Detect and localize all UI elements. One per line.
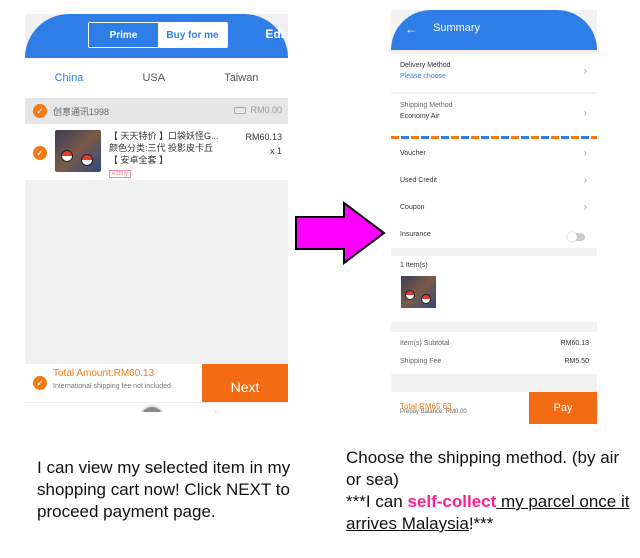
- cart-icon[interactable]: 🛒: [203, 411, 218, 413]
- delivery-method-label: Delivery Method: [400, 62, 451, 69]
- cart-item[interactable]: ✓ 【 天天特价 】口袋妖怪G... 颜色分类:三代 投影皮卡丘 【 安卓全套 …: [25, 124, 288, 180]
- pokeball-icon: [61, 150, 73, 162]
- note-prefix: ***I can: [346, 492, 408, 511]
- pokeball-icon: [405, 290, 415, 300]
- bag-icon[interactable]: ▢: [89, 411, 100, 413]
- center-nav-icon[interactable]: [138, 404, 165, 412]
- shipping-method-label: Shipping Method: [400, 102, 453, 109]
- page-title: Summary: [433, 22, 481, 34]
- item-price: RM60.13: [245, 132, 282, 142]
- prime-tab[interactable]: Prime: [89, 23, 158, 47]
- shipping-method-row[interactable]: Shipping Method Economy Air ›: [391, 94, 597, 136]
- total-amount: Total Amount:RM60.13: [53, 368, 155, 379]
- delivery-method-value: Please choose: [400, 73, 446, 80]
- price-summary: Item(s) Subtotal RM60.13 Shipping Fee RM…: [391, 332, 597, 374]
- buy-for-me-tab[interactable]: Buy for me: [158, 23, 227, 47]
- item-checkbox[interactable]: ✓: [33, 146, 47, 160]
- profile-icon[interactable]: ◯: [256, 411, 269, 413]
- select-all-checkbox[interactable]: ✓: [33, 376, 47, 390]
- bottom-nav: ⌂ ▢ 🛒 ◯: [25, 402, 288, 412]
- summary-header: ← Summary: [391, 10, 597, 50]
- highlight-text: self-collect: [407, 492, 497, 511]
- coupon-label[interactable]: Coupon: [400, 204, 425, 211]
- items-count: 1 Item(s): [400, 262, 428, 269]
- item-variant-line: 颜色分类:三代 投影皮卡丘: [109, 143, 214, 153]
- right-arrow-icon: [295, 201, 386, 265]
- shipping-method-value: Economy Air: [400, 113, 440, 120]
- cart-screen: Prime Buy for me Edi China USA Taiwan ✓ …: [25, 14, 288, 412]
- tab-usa[interactable]: USA: [142, 72, 165, 84]
- item-title: 【 天天特价 】口袋妖怪G... 颜色分类:三代 投影皮卡丘 【 安卓全套 】: [109, 130, 229, 166]
- pokeball-icon: [421, 294, 431, 304]
- chevron-right-icon: ›: [583, 66, 587, 77]
- shipping-fee-value: RM5.50: [564, 358, 589, 365]
- shipping-fee-label: Shipping Fee: [400, 358, 442, 365]
- back-arrow-icon[interactable]: ←: [405, 22, 417, 36]
- prepay-balance: Prepay Balance: RM0.00: [400, 409, 467, 415]
- tab-taiwan[interactable]: Taiwan: [224, 72, 258, 84]
- item-variant-line: 【 安卓全套 】: [109, 155, 169, 165]
- address-divider: [391, 136, 597, 139]
- options-group: Voucher › Used Credit › Coupon › Insuran…: [391, 140, 597, 248]
- used-credit-label[interactable]: Used Credit: [400, 177, 437, 184]
- mode-segment: Prime Buy for me: [88, 22, 228, 48]
- edit-button[interactable]: Edi: [265, 27, 284, 41]
- right-caption-line: Choose the shipping method. (by air or s…: [346, 448, 620, 489]
- shipping-note: International shipping fee not included: [53, 383, 171, 390]
- item-tag: ezbuy: [109, 170, 132, 178]
- summary-footer: Total RM65.63 Prepay Balance: RM0.00 Pay: [391, 392, 597, 424]
- store-shipping: RM0.00: [234, 105, 282, 115]
- pokeball-icon: [81, 154, 93, 166]
- summary-screen: ← Summary Delivery Method Please choose …: [391, 10, 597, 424]
- insurance-toggle[interactable]: [567, 232, 585, 242]
- cart-header: Prime Buy for me Edi: [25, 14, 288, 58]
- chevron-right-icon: ›: [583, 148, 587, 159]
- insurance-label: Insurance: [400, 231, 431, 238]
- tab-china[interactable]: China: [55, 72, 84, 84]
- store-name: 创意通讯1998: [53, 107, 110, 117]
- subtotal-value: RM60.13: [560, 340, 589, 347]
- voucher-label[interactable]: Voucher: [400, 150, 426, 157]
- store-row: ✓ 创意通讯1998 RM0.00: [25, 98, 288, 124]
- chevron-right-icon: ›: [583, 202, 587, 213]
- store-shipping-value: RM0.00: [250, 105, 282, 115]
- items-section: 1 Item(s): [391, 256, 597, 322]
- truck-icon: [234, 107, 247, 115]
- left-caption: I can view my selected item in my shoppi…: [37, 458, 291, 521]
- store-checkbox[interactable]: ✓: [33, 104, 47, 118]
- country-tabs: China USA Taiwan: [25, 58, 288, 98]
- home-icon[interactable]: ⌂: [44, 411, 51, 413]
- item-thumbnail: [401, 276, 436, 308]
- subtotal-label: Item(s) Subtotal: [400, 340, 450, 347]
- item-quantity: x 1: [269, 146, 282, 156]
- delivery-method-row[interactable]: Delivery Method Please choose ›: [391, 54, 597, 92]
- chevron-right-icon: ›: [583, 108, 587, 119]
- note-suffix: !***: [468, 514, 494, 533]
- right-caption: Choose the shipping method. (by air or s…: [346, 447, 636, 535]
- item-thumbnail: [55, 130, 101, 172]
- item-title-line: 【 天天特价 】口袋妖怪G...: [109, 131, 219, 141]
- pay-button[interactable]: Pay: [529, 392, 597, 424]
- chevron-right-icon: ›: [583, 175, 587, 186]
- right-caption-note: ***I can self-collect my parcel once it …: [346, 491, 636, 535]
